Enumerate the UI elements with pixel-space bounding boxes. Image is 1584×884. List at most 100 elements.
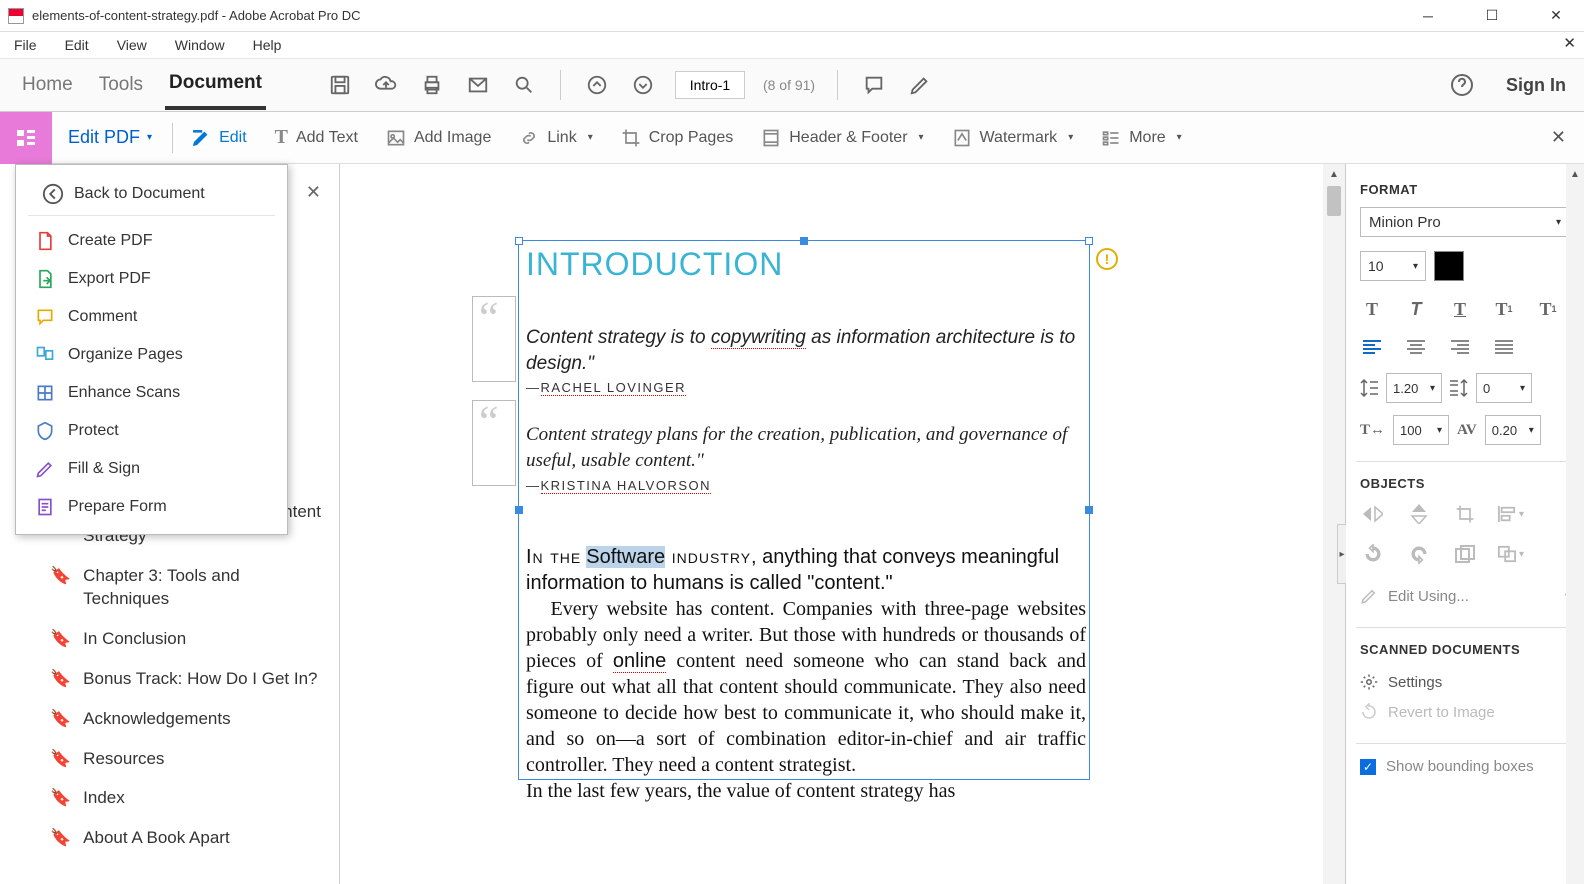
subscript-icon[interactable]: T1 [1536, 297, 1560, 321]
cloud-upload-icon[interactable] [372, 71, 400, 99]
menu-edit[interactable]: Edit [59, 35, 95, 55]
menu-view[interactable]: View [111, 35, 153, 55]
app-icon [8, 8, 24, 24]
font-color-swatch[interactable] [1434, 251, 1464, 281]
menu-file[interactable]: File [8, 35, 43, 55]
font-size-input[interactable]: 10▾ [1360, 251, 1426, 281]
back-to-document[interactable]: Back to Document [28, 173, 275, 216]
highlight-pen-icon[interactable] [906, 71, 934, 99]
save-icon[interactable] [326, 71, 354, 99]
align-objects-icon[interactable]: ▾ [1498, 501, 1524, 527]
bookmark-item[interactable]: 🔖Bonus Track: How Do I Get In? [50, 659, 321, 699]
tab-document[interactable]: Document [165, 60, 266, 110]
menu-window[interactable]: Window [169, 35, 231, 55]
line-height-input[interactable]: 1.20▾ [1386, 373, 1442, 403]
tab-tools[interactable]: Tools [95, 62, 147, 108]
edit-tool-edit[interactable]: Edit [177, 128, 261, 148]
comment-bubble-icon[interactable] [860, 71, 888, 99]
popup-comment[interactable]: Comment [16, 298, 287, 336]
show-bounding-boxes-checkbox[interactable]: ✓ Show bounding boxes [1360, 758, 1570, 775]
bookmark-item[interactable]: 🔖Index [50, 778, 321, 818]
close-doc-icon[interactable]: ✕ [1563, 34, 1576, 52]
quote-attribution[interactable]: —RACHEL LOVINGER [526, 380, 1086, 396]
edit-pdf-mode-icon[interactable] [0, 112, 52, 164]
popup-organize-pages[interactable]: Organize Pages [16, 336, 287, 374]
quote-attribution[interactable]: —KRISTINA HALVORSON [526, 478, 1086, 494]
edit-tool-crop[interactable]: Crop Pages [607, 128, 748, 148]
quote-text[interactable]: Content strategy plans for the creation,… [526, 422, 1086, 473]
menu-help[interactable]: Help [247, 35, 288, 55]
popup-enhance-scans[interactable]: Enhance Scans [16, 374, 287, 412]
underline-icon[interactable]: T [1448, 297, 1472, 321]
close-bookmarks-icon[interactable]: ✕ [306, 182, 321, 203]
flip-horizontal-icon[interactable] [1360, 501, 1386, 527]
bold-icon[interactable]: T [1360, 297, 1384, 321]
body-paragraph[interactable]: In the Software industry, anything that … [526, 544, 1086, 596]
right-scrollbar[interactable]: ▲ [1566, 164, 1584, 884]
edit-tool-more[interactable]: More▾ [1087, 128, 1195, 148]
popup-export-pdf[interactable]: Export PDF [16, 260, 287, 298]
close-edit-toolbar-icon[interactable]: ✕ [1551, 127, 1566, 148]
document-heading[interactable]: INTRODUCTION [526, 246, 1086, 283]
superscript-icon[interactable]: T1 [1492, 297, 1516, 321]
body-paragraph[interactable]: In the last few years, the value of cont… [526, 778, 1086, 804]
hscale-input[interactable]: 100▾ [1393, 415, 1449, 445]
replace-image-icon[interactable] [1452, 541, 1478, 567]
minimize-button[interactable]: ─ [1408, 4, 1448, 28]
edit-tool-add-image[interactable]: Add Image [372, 128, 505, 148]
warning-badge-icon[interactable]: ! [1096, 248, 1118, 270]
objects-section-title: OBJECTS [1360, 476, 1570, 491]
align-center-icon[interactable] [1404, 335, 1428, 359]
bookmark-item[interactable]: 🔖In Conclusion [50, 619, 321, 659]
edit-pdf-dropdown[interactable]: Edit PDF▾ [52, 127, 168, 148]
scroll-thumb[interactable] [1327, 186, 1341, 216]
edit-using-dropdown[interactable]: Edit Using... ▾ [1360, 581, 1570, 611]
tab-home[interactable]: Home [18, 62, 77, 108]
help-icon[interactable] [1448, 71, 1476, 99]
edit-tool-link[interactable]: Link▾ [505, 128, 606, 148]
panel-collapse-handle[interactable]: ▸ [1337, 524, 1346, 584]
page-number-input[interactable] [675, 71, 745, 99]
popup-protect[interactable]: Protect [16, 412, 287, 450]
edit-tool-header-footer[interactable]: Header & Footer▾ [747, 128, 937, 148]
signin-button[interactable]: Sign In [1506, 75, 1566, 96]
popup-create-pdf[interactable]: Create PDF [16, 222, 287, 260]
rotate-cw-icon[interactable] [1406, 541, 1432, 567]
scroll-up-icon[interactable]: ▲ [1323, 164, 1345, 184]
page-up-icon[interactable] [583, 71, 611, 99]
crop-object-icon[interactable] [1452, 501, 1478, 527]
mail-icon[interactable] [464, 71, 492, 99]
italic-icon[interactable]: T [1404, 297, 1428, 321]
selected-word[interactable]: Software [586, 546, 665, 568]
font-family-dropdown[interactable]: Minion Pro▾ [1360, 207, 1570, 237]
document-canvas[interactable]: ▲ ! “ “ INTRODUCTION Content strategy is… [340, 164, 1346, 884]
bookmark-item[interactable]: 🔖About A Book Apart [50, 818, 321, 858]
maximize-button[interactable]: ☐ [1472, 4, 1512, 28]
bookmark-item[interactable]: 🔖Acknowledgements [50, 699, 321, 739]
close-window-button[interactable]: ✕ [1536, 4, 1576, 28]
align-right-icon[interactable] [1448, 335, 1472, 359]
align-left-icon[interactable] [1360, 335, 1384, 359]
print-icon[interactable] [418, 71, 446, 99]
bookmark-item[interactable]: 🔖Resources [50, 739, 321, 779]
page-down-icon[interactable] [629, 71, 657, 99]
quote-text[interactable]: Content strategy is to copywriting as in… [526, 325, 1086, 376]
para-spacing-input[interactable]: 0▾ [1476, 373, 1532, 403]
edit-tool-add-text[interactable]: T Add Text [261, 126, 372, 149]
export-pdf-icon [34, 268, 56, 290]
arrange-icon[interactable]: ▾ [1498, 541, 1524, 567]
search-icon[interactable] [510, 71, 538, 99]
char-spacing-input[interactable]: 0.20▾ [1485, 415, 1541, 445]
bookmark-icon: 🔖 [50, 707, 71, 731]
bookmark-item[interactable]: 🔖Chapter 3: Tools and Techniques [50, 556, 321, 620]
flip-vertical-icon[interactable] [1406, 501, 1432, 527]
scroll-up-icon[interactable]: ▲ [1566, 164, 1584, 184]
popup-fill-sign[interactable]: Fill & Sign [16, 450, 287, 488]
header-footer-icon [761, 128, 781, 148]
edit-tool-watermark[interactable]: Watermark▾ [938, 128, 1088, 148]
rotate-ccw-icon[interactable] [1360, 541, 1386, 567]
popup-prepare-form[interactable]: Prepare Form [16, 488, 287, 526]
scanned-settings[interactable]: Settings [1360, 667, 1570, 697]
body-paragraph[interactable]: Every website has content. Companies wit… [526, 596, 1086, 778]
align-justify-icon[interactable] [1492, 335, 1516, 359]
